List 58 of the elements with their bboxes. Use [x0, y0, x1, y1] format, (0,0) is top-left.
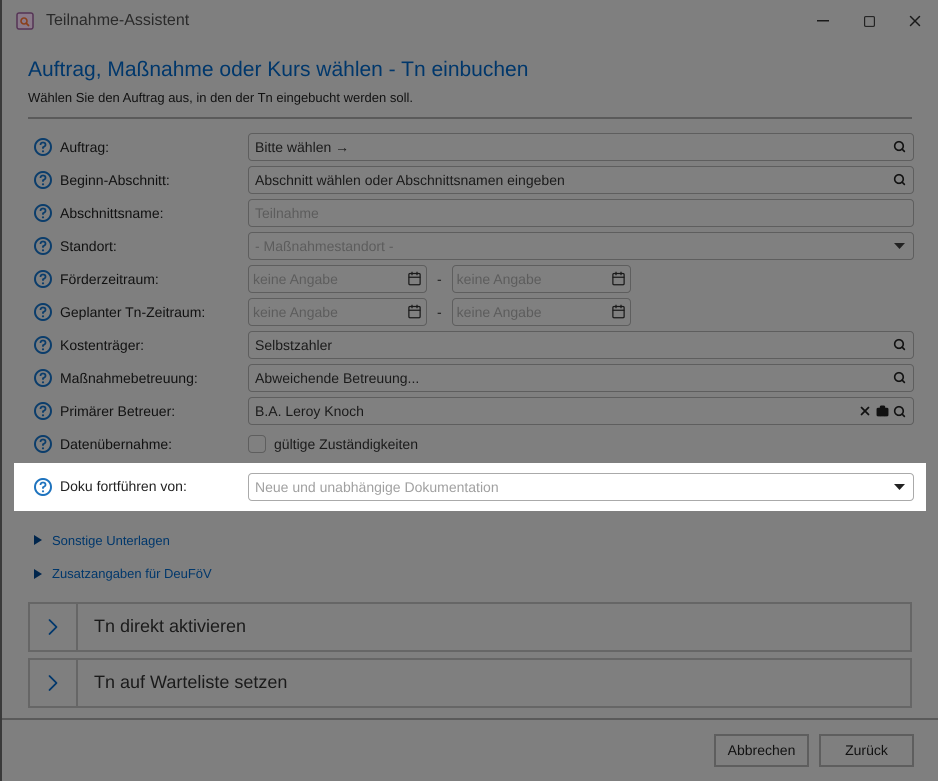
- page-heading: Auftrag, Maßnahme oder Kurs wählen - Tn einbuchen: [28, 57, 530, 83]
- section-toggle[interactable]: Sonstige Unterlagen: [34, 530, 906, 550]
- field-label: Beginn-Abschnitt:: [60, 170, 170, 190]
- field-label: Abschnittsname:: [60, 204, 164, 222]
- help-icon[interactable]: [34, 435, 52, 453]
- field-label: Doku fortführen von:: [60, 477, 187, 496]
- search-field[interactable]: Abweichende Betreuung...: [248, 364, 914, 392]
- app-icon: [16, 12, 34, 30]
- search-field[interactable]: Abschnitt wählen oder Abschnittsnamen eingeben: [248, 166, 914, 194]
- search-icon[interactable]: [893, 338, 906, 351]
- help-icon[interactable]: [34, 478, 52, 496]
- field-label: Primärer Betreuer:: [60, 402, 176, 420]
- checkbox[interactable]: [248, 435, 266, 453]
- checkbox-label[interactable]: gültige Zuständigkeiten: [274, 434, 418, 454]
- search-icon[interactable]: [893, 140, 906, 153]
- search-field[interactable]: B.A. Leroy Knoch: [248, 397, 914, 425]
- briefcase-icon[interactable]: [876, 404, 889, 418]
- calendar-icon[interactable]: [407, 304, 422, 319]
- help-icon[interactable]: [34, 402, 52, 420]
- help-icon[interactable]: [34, 270, 52, 288]
- search-icon[interactable]: [893, 404, 906, 418]
- search-field[interactable]: Selbstzahler: [248, 331, 914, 359]
- maximize-icon: [862, 14, 876, 28]
- help-icon[interactable]: [34, 204, 52, 222]
- range-separator: -: [437, 302, 442, 322]
- search-icon[interactable]: [893, 173, 906, 186]
- help-icon[interactable]: [34, 138, 52, 156]
- help-icon[interactable]: [34, 303, 52, 321]
- dropdown-arrow-icon[interactable]: [894, 484, 905, 490]
- help-icon[interactable]: [34, 237, 52, 255]
- range-separator: -: [437, 270, 442, 288]
- collapsed-arrow-icon: [34, 568, 42, 579]
- window-title: Teilnahme-Assistent: [46, 11, 190, 31]
- field-label: Standort:: [60, 236, 117, 256]
- dialog-button[interactable]: Abbrechen: [714, 734, 809, 767]
- search-field[interactable]: Bitte wählen →: [248, 133, 914, 161]
- field-label: Kostenträger:: [60, 336, 144, 355]
- help-icon[interactable]: [34, 171, 52, 189]
- field-label: Auftrag:: [60, 138, 110, 157]
- page-description: Wählen Sie den Auftrag aus, in den der Tn eingebucht werden soll.: [28, 89, 414, 107]
- search-icon[interactable]: [893, 371, 906, 384]
- clear-icon[interactable]: [858, 404, 872, 418]
- calendar-icon[interactable]: [610, 271, 626, 286]
- action-option[interactable]: Tn direkt aktivieren: [28, 602, 912, 652]
- dialog-button[interactable]: Zurück: [819, 734, 914, 767]
- calendar-icon[interactable]: [610, 304, 626, 319]
- collapsed-arrow-icon: [34, 535, 42, 546]
- help-icon[interactable]: [34, 369, 52, 387]
- field-label: Geplanter Tn-Zeitraum:: [60, 302, 206, 322]
- calendar-icon[interactable]: [407, 271, 422, 286]
- help-icon[interactable]: [34, 336, 52, 354]
- section-toggle[interactable]: Zusatzangaben für DeuFöV: [34, 564, 906, 584]
- minimize-icon[interactable]: [817, 20, 829, 22]
- field-label: Förderzeitraum:: [60, 270, 159, 288]
- dropdown-field[interactable]: Neue und unabhängige Dokumentation: [248, 472, 914, 500]
- field-label: Maßnahmebetreuung:: [60, 368, 198, 388]
- field-label: Datenübernahme:: [60, 434, 172, 454]
- action-option[interactable]: Tn auf Warteliste setzen: [28, 658, 912, 708]
